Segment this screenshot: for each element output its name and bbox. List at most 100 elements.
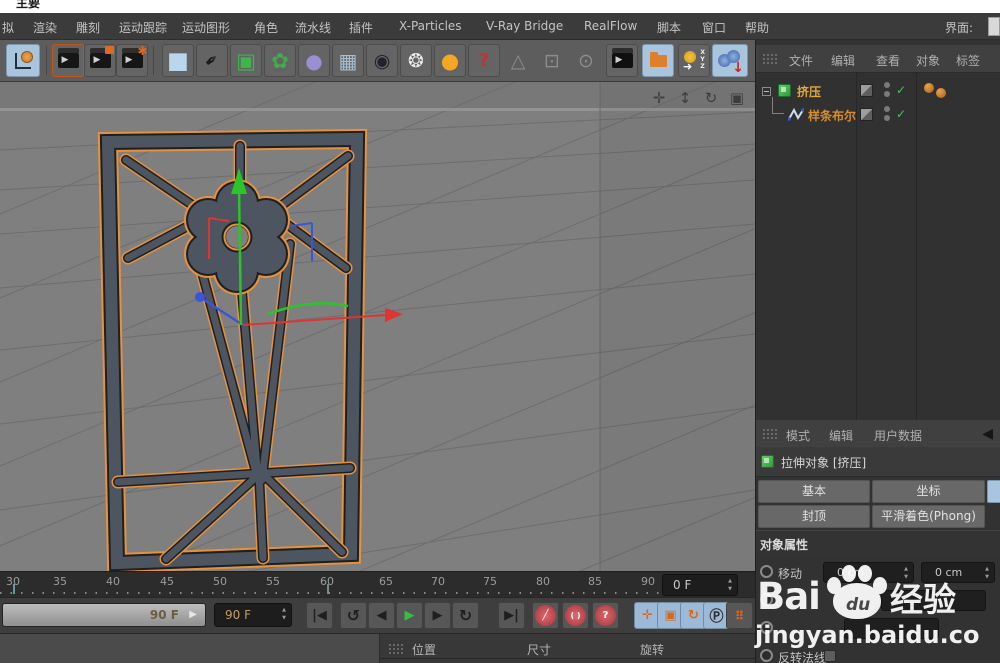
enabled-check-icon[interactable]: ✓ xyxy=(896,107,906,121)
om-menu-object[interactable]: 对象 xyxy=(916,52,940,69)
object-properties-header[interactable]: 对象属性 xyxy=(756,530,1000,557)
param-field[interactable] xyxy=(881,590,986,611)
keyframe-circle-icon[interactable] xyxy=(760,593,773,606)
visibility-dot-top[interactable] xyxy=(884,106,890,112)
light-button[interactable]: ❂ xyxy=(400,44,432,77)
render-picture-viewer-button[interactable]: ▶ xyxy=(84,44,116,77)
tag-dot-icon[interactable] xyxy=(936,88,946,98)
timeline-range-slider[interactable]: 90 F ▶ xyxy=(2,603,206,627)
move-y-field[interactable]: 0 cm ▲ ▼ xyxy=(921,562,995,583)
loop-backward-button[interactable]: ↺ xyxy=(340,602,367,629)
object-label[interactable]: 挤压 xyxy=(797,83,821,100)
prev-frame-button[interactable]: ◀ xyxy=(368,602,395,629)
end-frame-field[interactable]: 90 F ▲ ▼ xyxy=(214,603,292,627)
deformer-button[interactable]: ● xyxy=(298,44,330,77)
menu-script[interactable]: 脚本 xyxy=(657,19,681,36)
tab-caps[interactable]: 封顶 xyxy=(758,505,870,528)
object-label[interactable]: 样条布尔 xyxy=(808,107,856,124)
menu-sculpt[interactable]: 雕刻 xyxy=(76,19,100,36)
spinner-icon[interactable]: ▲ ▼ xyxy=(902,565,910,581)
collapse-icon[interactable] xyxy=(762,87,771,96)
view-grid-button-disabled[interactable]: ⊙ xyxy=(570,44,602,77)
current-frame-field[interactable]: 0 F ▲ ▼ xyxy=(662,574,738,596)
tab-phong[interactable]: 平滑着色(Phong) xyxy=(872,505,985,528)
timeline-ruler[interactable]: 30 35 40 45 50 55 60 65 70 75 80 85 90 0… xyxy=(0,571,755,597)
coordinate-system-button[interactable] xyxy=(6,44,40,77)
goto-start-button[interactable]: |◀ xyxy=(306,602,333,629)
snap-button-disabled[interactable]: △ xyxy=(502,44,534,77)
coordinates-manager-button[interactable]: X Y Z ➜ xyxy=(678,44,710,77)
menu-vray-bridge[interactable]: V-Ray Bridge xyxy=(486,19,563,33)
visibility-dot-bottom[interactable] xyxy=(884,115,890,121)
rotate-icon[interactable]: ↻ xyxy=(701,88,721,110)
grip-icon[interactable] xyxy=(762,53,778,66)
floor-button[interactable]: ▦ xyxy=(332,44,364,77)
attr-menu-mode[interactable]: 模式 xyxy=(786,427,810,444)
menu-xparticles[interactable]: X-Particles xyxy=(399,19,462,33)
layer-toggle-icon[interactable] xyxy=(860,108,873,121)
visibility-dot-bottom[interactable] xyxy=(884,91,890,97)
menu-motion-tracker[interactable]: 运动跟踪 xyxy=(119,19,167,36)
object-row-spline-boolean[interactable]: 样条布尔 ✓ xyxy=(756,97,1000,127)
move-x-field[interactable]: 0 cm ▲ ▼ xyxy=(823,562,914,583)
pan-icon[interactable]: ✛ xyxy=(649,88,669,110)
menu-plugins[interactable]: 插件 xyxy=(349,19,373,36)
attr-menu-edit[interactable]: 编辑 xyxy=(829,427,853,444)
viewport-canvas[interactable] xyxy=(0,82,755,571)
menu-help[interactable]: 帮助 xyxy=(745,19,769,36)
om-menu-edit[interactable]: 编辑 xyxy=(831,52,855,69)
object-row-extrude[interactable]: 挤压 ✓ xyxy=(756,79,1000,103)
xpresso-button[interactable]: ↓ xyxy=(712,44,748,77)
grip-icon[interactable] xyxy=(388,643,404,656)
om-menu-file[interactable]: 文件 xyxy=(789,52,813,69)
material-button[interactable]: ● xyxy=(434,44,466,77)
grip-icon[interactable] xyxy=(762,428,778,441)
record-keyframe-button[interactable]: ╱ xyxy=(532,602,559,629)
zoom-icon[interactable]: ↕ xyxy=(675,88,695,110)
enabled-check-icon[interactable]: ✓ xyxy=(896,83,906,97)
spinner-icon[interactable]: ▲ ▼ xyxy=(726,577,734,593)
generators-button[interactable]: ✿ xyxy=(264,44,296,77)
grid-button-disabled[interactable]: ⊡ xyxy=(536,44,568,77)
keying-help-button[interactable]: ? xyxy=(592,602,619,629)
back-arrow-icon[interactable]: ◀ xyxy=(982,426,993,442)
om-menu-tags[interactable]: 标签 xyxy=(956,52,980,69)
play-button[interactable]: ▶ xyxy=(396,602,423,629)
param-field[interactable] xyxy=(844,618,939,639)
menu-window[interactable]: 窗口 xyxy=(702,19,726,36)
camera-button[interactable]: ◉ xyxy=(366,44,398,77)
next-frame-button[interactable]: ▶ xyxy=(424,602,451,629)
help-cursor-button[interactable]: ? xyxy=(468,44,500,77)
autokey-button[interactable]: ( ) xyxy=(562,602,589,629)
menu-realflow[interactable]: RealFlow xyxy=(584,19,637,33)
render-settings-button[interactable]: ▶ ✱ xyxy=(116,44,148,77)
layout-dropdown[interactable] xyxy=(988,17,1000,36)
render-view-button[interactable]: ▶ xyxy=(52,44,84,77)
keyframe-circle-icon[interactable] xyxy=(760,565,773,578)
maximize-view-icon[interactable]: ▣ xyxy=(727,88,747,110)
layer-toggle-icon[interactable] xyxy=(860,84,873,97)
loop-forward-button[interactable]: ↻ xyxy=(452,602,479,629)
content-browser-button[interactable] xyxy=(642,44,674,77)
tab-basic[interactable]: 基本 xyxy=(758,480,870,503)
keyframe-circle-icon[interactable] xyxy=(760,621,773,634)
menu-render[interactable]: 渲染 xyxy=(33,19,57,36)
spinner-icon[interactable]: ▲ ▼ xyxy=(280,606,288,622)
render-film-button[interactable]: ▶ xyxy=(606,44,638,77)
visibility-dot-top[interactable] xyxy=(884,82,890,88)
menu-pipeline[interactable]: 流水线 xyxy=(295,19,331,36)
menu-mograph[interactable]: 运动图形 xyxy=(182,19,230,36)
spline-pen-button[interactable]: ✒ xyxy=(196,44,228,77)
tag-dot-icon[interactable] xyxy=(924,83,934,93)
subdivision-surface-button[interactable]: ▣ xyxy=(230,44,262,77)
key-pla-button[interactable]: ⠿ xyxy=(726,602,753,629)
menu-character[interactable]: 角色 xyxy=(254,19,278,36)
goto-end-button[interactable]: ▶| xyxy=(498,602,525,629)
spinner-icon[interactable]: ▲ ▼ xyxy=(983,565,991,581)
reverse-normals-checkbox[interactable] xyxy=(824,650,836,662)
keyframe-circle-icon[interactable] xyxy=(760,649,773,662)
tab-object-partial[interactable] xyxy=(987,480,1000,503)
primitive-cube-button[interactable]: ■ xyxy=(162,44,194,77)
menu-simulate[interactable]: 拟 xyxy=(2,19,14,36)
attr-menu-userdata[interactable]: 用户数据 xyxy=(874,427,922,444)
